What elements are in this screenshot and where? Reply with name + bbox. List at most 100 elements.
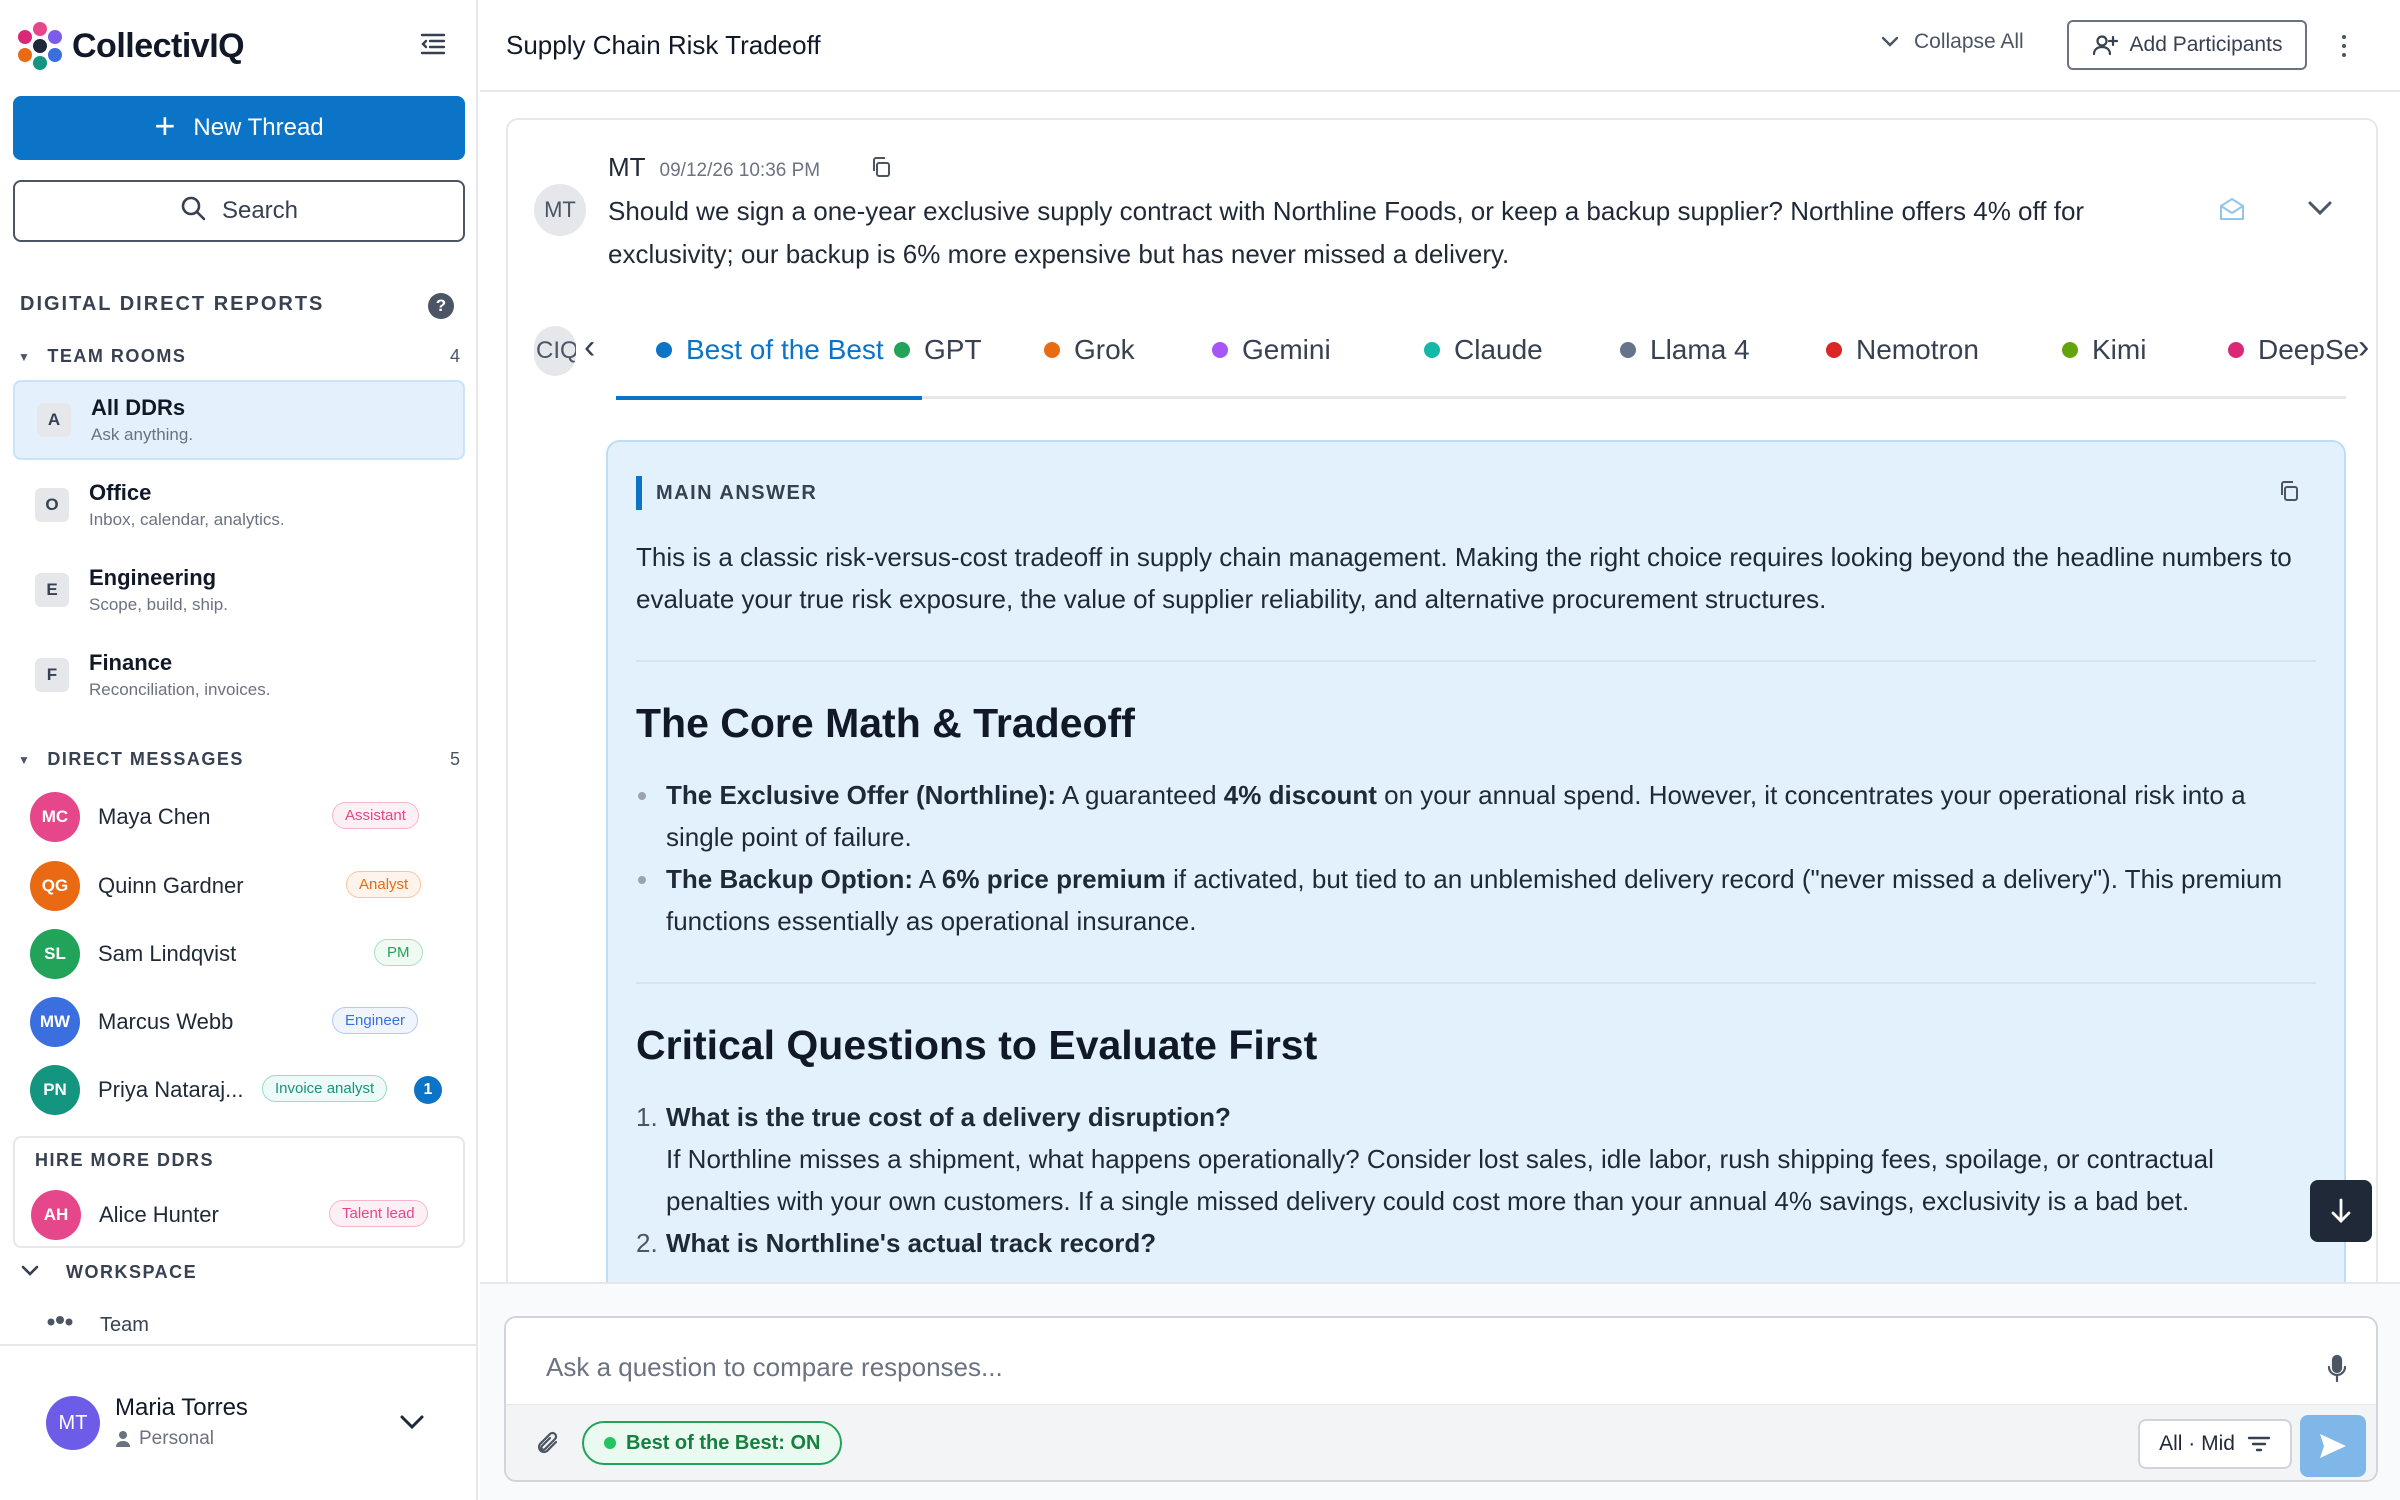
add-participants-button[interactable]: Add Participants xyxy=(2067,20,2307,70)
tab-dot xyxy=(2062,342,2078,358)
item-number: 2. xyxy=(636,1228,658,1258)
tab-dot xyxy=(1424,342,1440,358)
best-of-the-best-toggle[interactable]: Best of the Best: ON xyxy=(582,1421,843,1465)
section-heading: The Core Math & Tradeoff xyxy=(636,700,1135,746)
tab-best-of-the-best[interactable]: Best of the Best xyxy=(656,334,884,366)
room-desc: Inbox, calendar, analytics. xyxy=(89,510,285,529)
tab-label: DeepSeek xyxy=(2258,334,2358,365)
copy-icon[interactable] xyxy=(2278,480,2300,507)
user-account-bar[interactable]: MT Maria Torres Personal xyxy=(0,1344,476,1500)
team-rooms-count: 4 xyxy=(449,346,460,366)
brand[interactable]: CollectivIQ xyxy=(14,20,245,72)
chevron-down-icon[interactable] xyxy=(2306,198,2334,223)
caret-down-icon: ▼ xyxy=(18,752,32,767)
hire-alice-hunter[interactable]: AH Alice Hunter Talent lead xyxy=(31,1190,451,1240)
room-engineering[interactable]: E Engineering Scope, build, ship. xyxy=(13,550,465,630)
room-initial: E xyxy=(35,573,69,607)
user-avatar: MT xyxy=(46,1396,100,1450)
send-button[interactable] xyxy=(2300,1415,2366,1477)
search-button[interactable]: Search xyxy=(13,180,465,242)
room-name: Office xyxy=(89,480,152,505)
copy-icon[interactable] xyxy=(870,156,892,183)
tab-label: GPT xyxy=(924,334,982,365)
search-label: Search xyxy=(221,197,299,224)
user-type-label: Personal xyxy=(139,1428,214,1449)
tradeoff-list: The Exclusive Offer (Northline): A guara… xyxy=(636,774,2316,942)
dm-name: Maya Chen xyxy=(98,804,211,829)
room-desc: Scope, build, ship. xyxy=(89,595,228,614)
workspace-label: WORKSPACE xyxy=(66,1262,198,1282)
filter-icon xyxy=(2247,1436,2271,1452)
list-item: 1. What is the true cost of a delivery di… xyxy=(636,1096,2316,1222)
direct-messages-count: 5 xyxy=(449,749,460,769)
tab-claude[interactable]: Claude xyxy=(1424,334,1543,366)
workspace-item-label: Team xyxy=(100,1313,149,1336)
room-initial: O xyxy=(35,488,69,522)
room-name: All DDRs xyxy=(91,395,186,420)
tab-label: Llama 4 xyxy=(1650,334,1750,365)
main-answer-label: MAIN ANSWER xyxy=(636,476,817,510)
tab-dot xyxy=(1044,342,1060,358)
workspace-item-team[interactable]: Team xyxy=(46,1312,149,1338)
room-finance[interactable]: F Finance Reconciliation, invoices. xyxy=(13,635,465,715)
team-rooms-header[interactable]: ▼ TEAM ROOMS 4 xyxy=(18,346,460,367)
collectiviq-logo-icon xyxy=(14,20,66,72)
envelope-icon[interactable] xyxy=(2218,196,2246,227)
model-filter-button[interactable]: All · Mid xyxy=(2138,1419,2292,1469)
search-icon xyxy=(180,195,206,228)
tab-llama-4[interactable]: Llama 4 xyxy=(1620,334,1750,366)
status-dot xyxy=(604,1437,616,1449)
role-badge: Talent lead xyxy=(329,1200,428,1227)
chevron-down-icon[interactable] xyxy=(398,1412,426,1437)
tab-label: Kimi xyxy=(2092,334,2147,365)
page-title: Supply Chain Risk Tradeoff xyxy=(506,30,821,60)
dm-marcus-webb[interactable]: MW Marcus Webb Engineer xyxy=(30,997,460,1047)
new-thread-button[interactable]: + New Thread xyxy=(13,96,465,160)
dm-priya-natarajan[interactable]: PN Priya Nataraj... Invoice analyst 1 xyxy=(30,1065,460,1115)
dm-quinn-gardner[interactable]: QG Quinn Gardner Analyst xyxy=(30,861,460,911)
tab-deepseek[interactable]: DeepSeek xyxy=(2228,334,2358,366)
tab-nemotron[interactable]: Nemotron xyxy=(1826,334,1979,366)
tab-grok[interactable]: Grok xyxy=(1044,334,1135,366)
tab-dot xyxy=(1826,342,1842,358)
add-participants-label: Add Participants xyxy=(2129,33,2283,56)
room-desc: Reconciliation, invoices. xyxy=(89,680,271,699)
item-number: 1. xyxy=(636,1102,658,1132)
avatar: MW xyxy=(30,997,80,1047)
role-badge: Engineer xyxy=(332,1007,419,1034)
avatar: MC xyxy=(30,792,80,842)
more-options-icon[interactable] xyxy=(2338,28,2350,64)
tab-gemini[interactable]: Gemini xyxy=(1212,334,1331,366)
collapse-sidebar-icon[interactable] xyxy=(418,28,448,58)
questions-list: 1. What is the true cost of a delivery di… xyxy=(636,1096,2316,1264)
direct-messages-header[interactable]: ▼ DIRECT MESSAGES 5 xyxy=(18,749,460,770)
collapse-all-button[interactable]: Collapse All xyxy=(1880,30,2024,54)
message-author-avatar: MT xyxy=(534,184,586,236)
room-initial: A xyxy=(37,403,71,437)
tab-kimi[interactable]: Kimi xyxy=(2062,334,2146,366)
dm-sam-lindqvist[interactable]: SL Sam Lindqvist PM xyxy=(30,929,460,979)
avatar: PN xyxy=(30,1065,80,1115)
microphone-icon[interactable] xyxy=(2326,1354,2348,1389)
room-office[interactable]: O Office Inbox, calendar, analytics. xyxy=(13,465,465,545)
room-all-ddrs[interactable]: A All DDRs Ask anything. xyxy=(13,380,465,460)
dm-maya-chen[interactable]: MC Maya Chen Assistant xyxy=(30,792,460,842)
help-icon[interactable]: ? xyxy=(428,293,454,319)
dm-name: Marcus Webb xyxy=(98,1009,234,1034)
message-meta: MT 09/12/26 10:36 PM xyxy=(608,152,820,183)
tabs-viewport: Best of the Best GPT Grok Gemini Claude … xyxy=(616,320,2358,400)
new-thread-label: New Thread xyxy=(193,114,324,141)
paperclip-icon[interactable] xyxy=(536,1429,562,1462)
direct-messages-label: DIRECT MESSAGES xyxy=(47,749,244,769)
workspace-header[interactable]: WORKSPACE xyxy=(20,1262,197,1283)
answer-intro: This is a classic risk-versus-cost trade… xyxy=(636,542,2292,614)
chevron-left-icon[interactable]: ‹ xyxy=(584,330,595,364)
dm-name: Priya Nataraj... xyxy=(98,1077,244,1102)
chevron-right-icon[interactable]: › xyxy=(2358,330,2369,364)
sidebar: CollectivIQ + New Thread Search DIGITAL … xyxy=(0,0,478,1500)
message-text: Should we sign a one-year exclusive supp… xyxy=(608,196,2085,269)
tab-gpt[interactable]: GPT xyxy=(894,334,982,366)
question-input[interactable]: Ask a question to compare responses... xyxy=(546,1352,1003,1383)
item-text: A xyxy=(913,864,942,894)
scroll-to-bottom-button[interactable] xyxy=(2310,1180,2372,1242)
